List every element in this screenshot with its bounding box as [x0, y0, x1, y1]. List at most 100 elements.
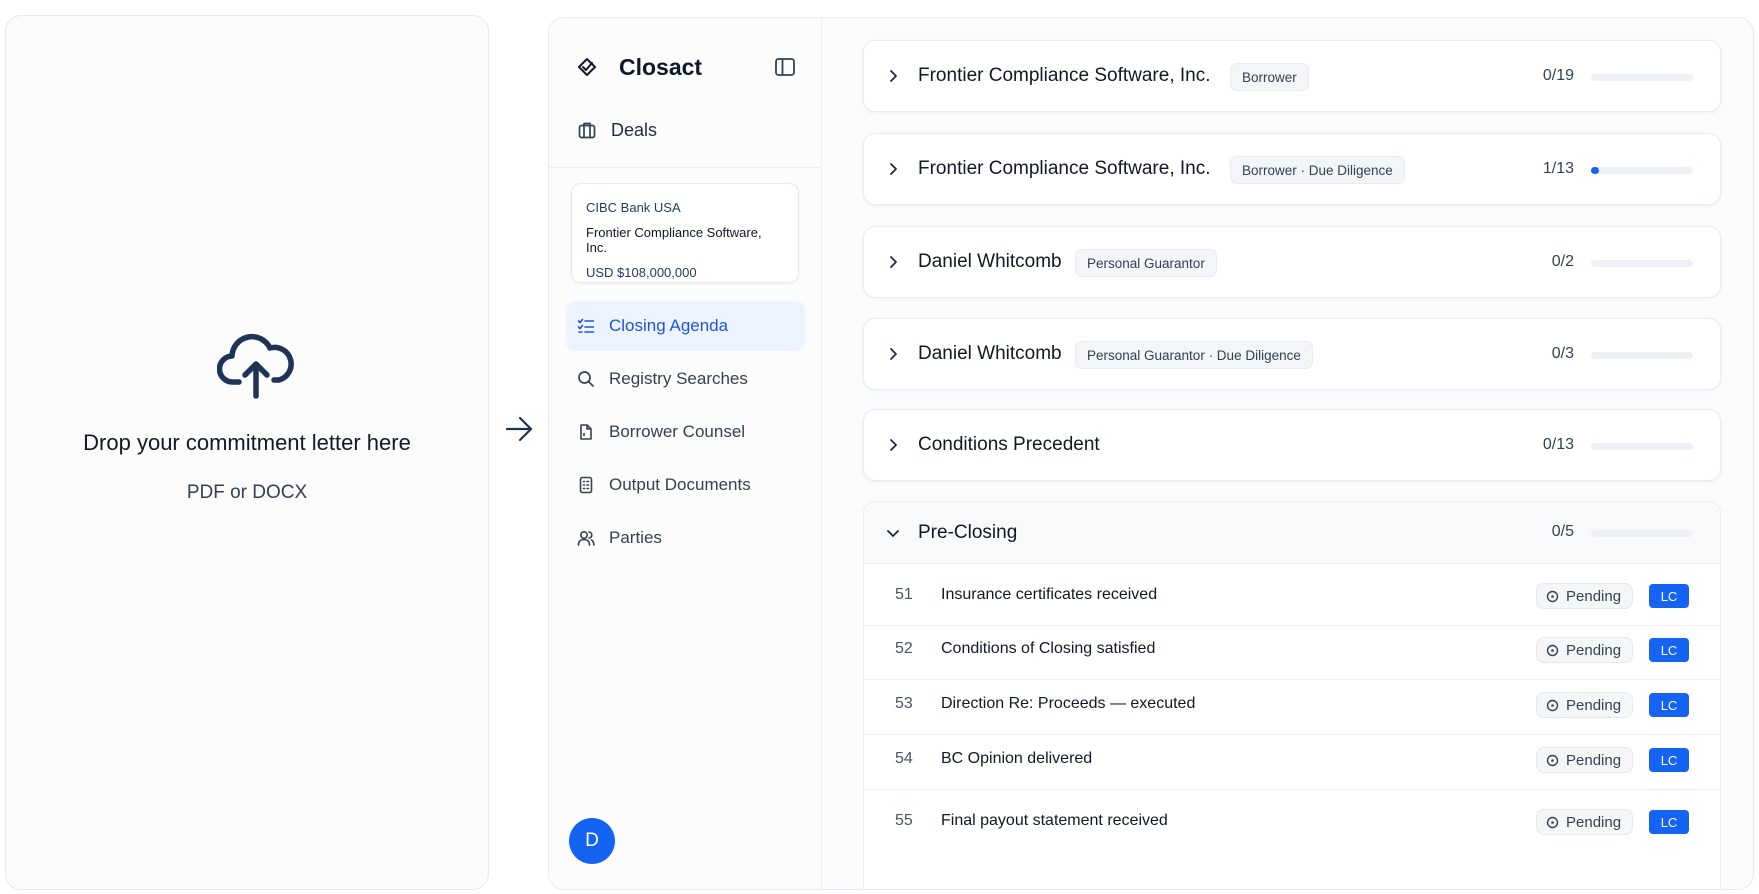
- document-list-icon: [579, 476, 593, 494]
- group-name: Conditions Precedent: [918, 434, 1100, 455]
- group-row[interactable]: Frontier Compliance Software, Inc. Borro…: [863, 133, 1721, 205]
- status-badge[interactable]: Pending: [1536, 747, 1634, 773]
- nav-borrower-counsel[interactable]: Borrower Counsel: [566, 407, 805, 457]
- section-header[interactable]: Pre-Closing 0/5: [864, 502, 1720, 564]
- pending-clock-icon: [1546, 590, 1559, 602]
- group-row[interactable]: Conditions Precedent 0/13: [863, 409, 1721, 481]
- item-title: BC Opinion delivered: [941, 750, 1093, 767]
- group-count: 0/19: [1542, 67, 1574, 84]
- status-text: Pending: [1566, 751, 1622, 769]
- status-badge[interactable]: Pending: [1536, 637, 1634, 663]
- pending-clock-icon: [1546, 754, 1559, 766]
- app-window: Closact Deals CIBC Bank USA Frontier Com…: [548, 17, 1754, 890]
- group-name: Frontier Compliance Software, Inc.: [918, 65, 1211, 86]
- sidebar: Closact Deals CIBC Bank USA Frontier Com…: [549, 18, 822, 889]
- chevron-right-icon: [890, 439, 897, 451]
- chevron-down-icon: [887, 530, 899, 537]
- nav-registry-searches-label: Registry Searches: [609, 369, 748, 388]
- nav-registry-searches[interactable]: Registry Searches: [566, 354, 805, 404]
- cloud-upload-icon: [217, 333, 294, 399]
- group-row[interactable]: Daniel Whitcomb Personal Guarantor · Due…: [863, 318, 1721, 390]
- group-row[interactable]: Frontier Compliance Software, Inc. Borro…: [863, 40, 1721, 112]
- current-deal-card[interactable]: CIBC Bank USA Frontier Compliance Softwa…: [571, 183, 799, 283]
- group-progress-fill: [1591, 167, 1599, 174]
- user-avatar[interactable]: D: [569, 818, 615, 864]
- briefcase-icon: [578, 122, 596, 139]
- arrow-right-icon: [505, 416, 533, 442]
- deal-bank: CIBC Bank USA: [586, 200, 681, 215]
- owner-badge[interactable]: LC: [1649, 748, 1689, 772]
- group-progress-bar: [1591, 443, 1693, 450]
- closing-agenda-main: Frontier Compliance Software, Inc. Borro…: [822, 18, 1753, 889]
- brand-name: Closact: [619, 54, 703, 80]
- item-title: Final payout statement received: [941, 812, 1168, 829]
- item-number: 53: [895, 695, 913, 712]
- deal-borrower: Frontier Compliance Software, Inc.: [586, 225, 762, 255]
- status-text: Pending: [1566, 696, 1622, 714]
- status-badge[interactable]: Pending: [1536, 692, 1634, 718]
- item-number: 52: [895, 640, 913, 657]
- group-role-tag: Personal Guarantor · Due Diligence: [1075, 341, 1313, 369]
- sidebar-nav: Closing Agenda Registry Searches Borrowe…: [566, 301, 805, 566]
- group-progress-bar: [1591, 260, 1693, 267]
- group-name: Frontier Compliance Software, Inc.: [918, 158, 1211, 179]
- users-icon: [577, 530, 595, 546]
- nav-parties[interactable]: Parties: [566, 513, 805, 563]
- group-role-tag: Personal Guarantor: [1075, 249, 1217, 277]
- group-row[interactable]: Daniel Whitcomb Personal Guarantor 0/2: [863, 226, 1721, 298]
- nav-deals[interactable]: Deals: [577, 116, 657, 144]
- nav-closing-agenda[interactable]: Closing Agenda: [566, 301, 805, 351]
- group-role-tag: Borrower: [1230, 63, 1309, 91]
- nav-output-documents-label: Output Documents: [609, 475, 751, 494]
- document-corner-icon: [580, 424, 592, 440]
- item-number: 51: [895, 586, 913, 603]
- item-title: Conditions of Closing satisfied: [941, 640, 1156, 657]
- checklist-icon: [577, 318, 595, 333]
- group-progress-bar: [1591, 167, 1693, 174]
- group-name: Daniel Whitcomb: [918, 251, 1062, 272]
- status-text: Pending: [1566, 813, 1622, 831]
- pending-clock-icon: [1546, 644, 1559, 656]
- owner-badge[interactable]: LC: [1649, 810, 1689, 834]
- pre-closing-section: Pre-Closing 0/5 51 Insurance certificate…: [863, 501, 1721, 889]
- nav-parties-label: Parties: [609, 528, 662, 547]
- chevron-right-icon: [890, 256, 897, 268]
- agenda-item-row[interactable]: 51 Insurance certificates received Pendi…: [864, 565, 1720, 626]
- group-name: Daniel Whitcomb: [918, 343, 1062, 364]
- brand-logo-icon: [578, 58, 596, 76]
- group-count: 0/2: [1551, 253, 1574, 270]
- chevron-right-icon: [890, 163, 897, 175]
- agenda-item-row[interactable]: 53 Direction Re: Proceeds — executed Pen…: [864, 674, 1720, 735]
- nav-output-documents[interactable]: Output Documents: [566, 460, 805, 510]
- search-icon: [578, 371, 594, 387]
- group-count: 0/3: [1551, 345, 1574, 362]
- deal-amount: USD $108,000,000: [586, 265, 697, 280]
- group-progress-bar: [1591, 352, 1693, 359]
- section-count: 0/5: [1551, 523, 1574, 540]
- status-badge[interactable]: Pending: [1536, 583, 1634, 609]
- agenda-item-row[interactable]: 55 Final payout statement received Pendi…: [864, 791, 1720, 852]
- item-title: Insurance certificates received: [941, 586, 1158, 603]
- agenda-item-row[interactable]: 52 Conditions of Closing satisfied Pendi…: [864, 619, 1720, 680]
- agenda-item-row[interactable]: 54 BC Opinion delivered Pending LC: [864, 729, 1720, 790]
- status-text: Pending: [1566, 641, 1622, 659]
- nav-borrower-counsel-label: Borrower Counsel: [609, 422, 746, 441]
- status-badge[interactable]: Pending: [1536, 809, 1634, 835]
- pending-clock-icon: [1546, 699, 1559, 711]
- accepted-formats: PDF or DOCX: [186, 482, 308, 503]
- group-role-tag: Borrower · Due Diligence: [1230, 156, 1405, 184]
- group-count: 0/13: [1542, 436, 1574, 453]
- group-progress-bar: [1591, 74, 1693, 81]
- drop-title: Drop your commitment letter here: [83, 430, 411, 455]
- chevron-right-icon: [890, 348, 897, 360]
- nav-deals-label: Deals: [611, 119, 658, 140]
- upload-dropzone[interactable]: Drop your commitment letter here PDF or …: [5, 15, 489, 890]
- owner-badge[interactable]: LC: [1649, 693, 1689, 717]
- owner-badge[interactable]: LC: [1649, 638, 1689, 662]
- owner-badge[interactable]: LC: [1649, 584, 1689, 608]
- sidebar-divider: [549, 167, 821, 168]
- item-number: 54: [895, 750, 913, 767]
- sidebar-toggle-icon[interactable]: [773, 55, 797, 79]
- status-text: Pending: [1566, 587, 1622, 605]
- pending-clock-icon: [1546, 816, 1559, 828]
